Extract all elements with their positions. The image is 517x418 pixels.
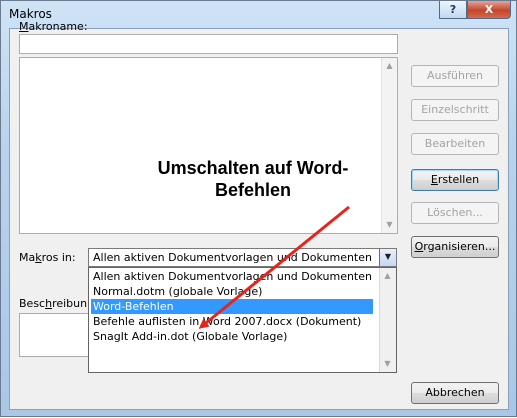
scroll-up-icon[interactable]: ▲ [380,268,395,284]
scroll-up-icon[interactable]: ▲ [382,58,397,74]
macro-name-input[interactable] [19,34,398,54]
step-button[interactable]: Einzelschritt [411,99,499,121]
close-button[interactable]: X [467,1,511,19]
macro-list-scrollbar[interactable]: ▲ ▼ [381,58,397,233]
macros-in-combo[interactable]: Allen aktiven Dokumentvorlagen und Dokum… [88,248,397,267]
dropdown-option[interactable]: SnagIt Add-in.dot (Globale Vorlage) [91,329,373,344]
dropdown-option[interactable]: Normal.dotm (globale Vorlage) [91,284,373,299]
scroll-down-icon[interactable]: ▼ [380,356,395,372]
annotation-line-2: Befehlen [214,180,292,200]
delete-button[interactable]: Löschen... [411,202,499,224]
scroll-down-icon[interactable]: ▼ [382,217,397,233]
dropdown-scrollbar[interactable]: ▲ ▼ [379,268,396,372]
organize-button[interactable]: Organisieren... [411,236,499,258]
dropdown-option[interactable]: Allen aktiven Dokumentvorlagen und Dokum… [91,269,373,284]
help-button[interactable]: ? [439,1,467,19]
description-label: Beschreibun [19,297,88,310]
create-button[interactable]: Erstellen [411,169,499,191]
macro-list[interactable]: ▲ ▼ [19,57,398,234]
macros-dialog: Makros ? X Makroname: ▲ ▼ Ausführen Einz… [0,0,517,417]
combo-selected-value: Allen aktiven Dokumentvorlagen und Dokum… [93,251,372,264]
dropdown-option[interactable]: Befehle auflisten in Word 2007.docx (Dok… [91,314,373,329]
description-box [19,313,89,357]
run-button[interactable]: Ausführen [411,65,499,87]
macro-name-label: Makroname: [19,20,88,33]
macros-in-dropdown[interactable]: Allen aktiven Dokumentvorlagen und Dokum… [88,267,397,373]
annotation-line-1: Umschalten auf Word- [157,158,349,178]
dropdown-option-selected[interactable]: Word-Befehlen [91,299,373,314]
chevron-down-icon[interactable]: ▼ [379,249,396,266]
window-title: Makros [9,7,52,21]
macros-in-label: Makros in: [19,251,76,264]
cancel-button[interactable]: Abbrechen [411,382,499,404]
edit-button[interactable]: Bearbeiten [411,133,499,155]
annotation-text: Umschalten auf Word- Befehlen [123,157,383,201]
